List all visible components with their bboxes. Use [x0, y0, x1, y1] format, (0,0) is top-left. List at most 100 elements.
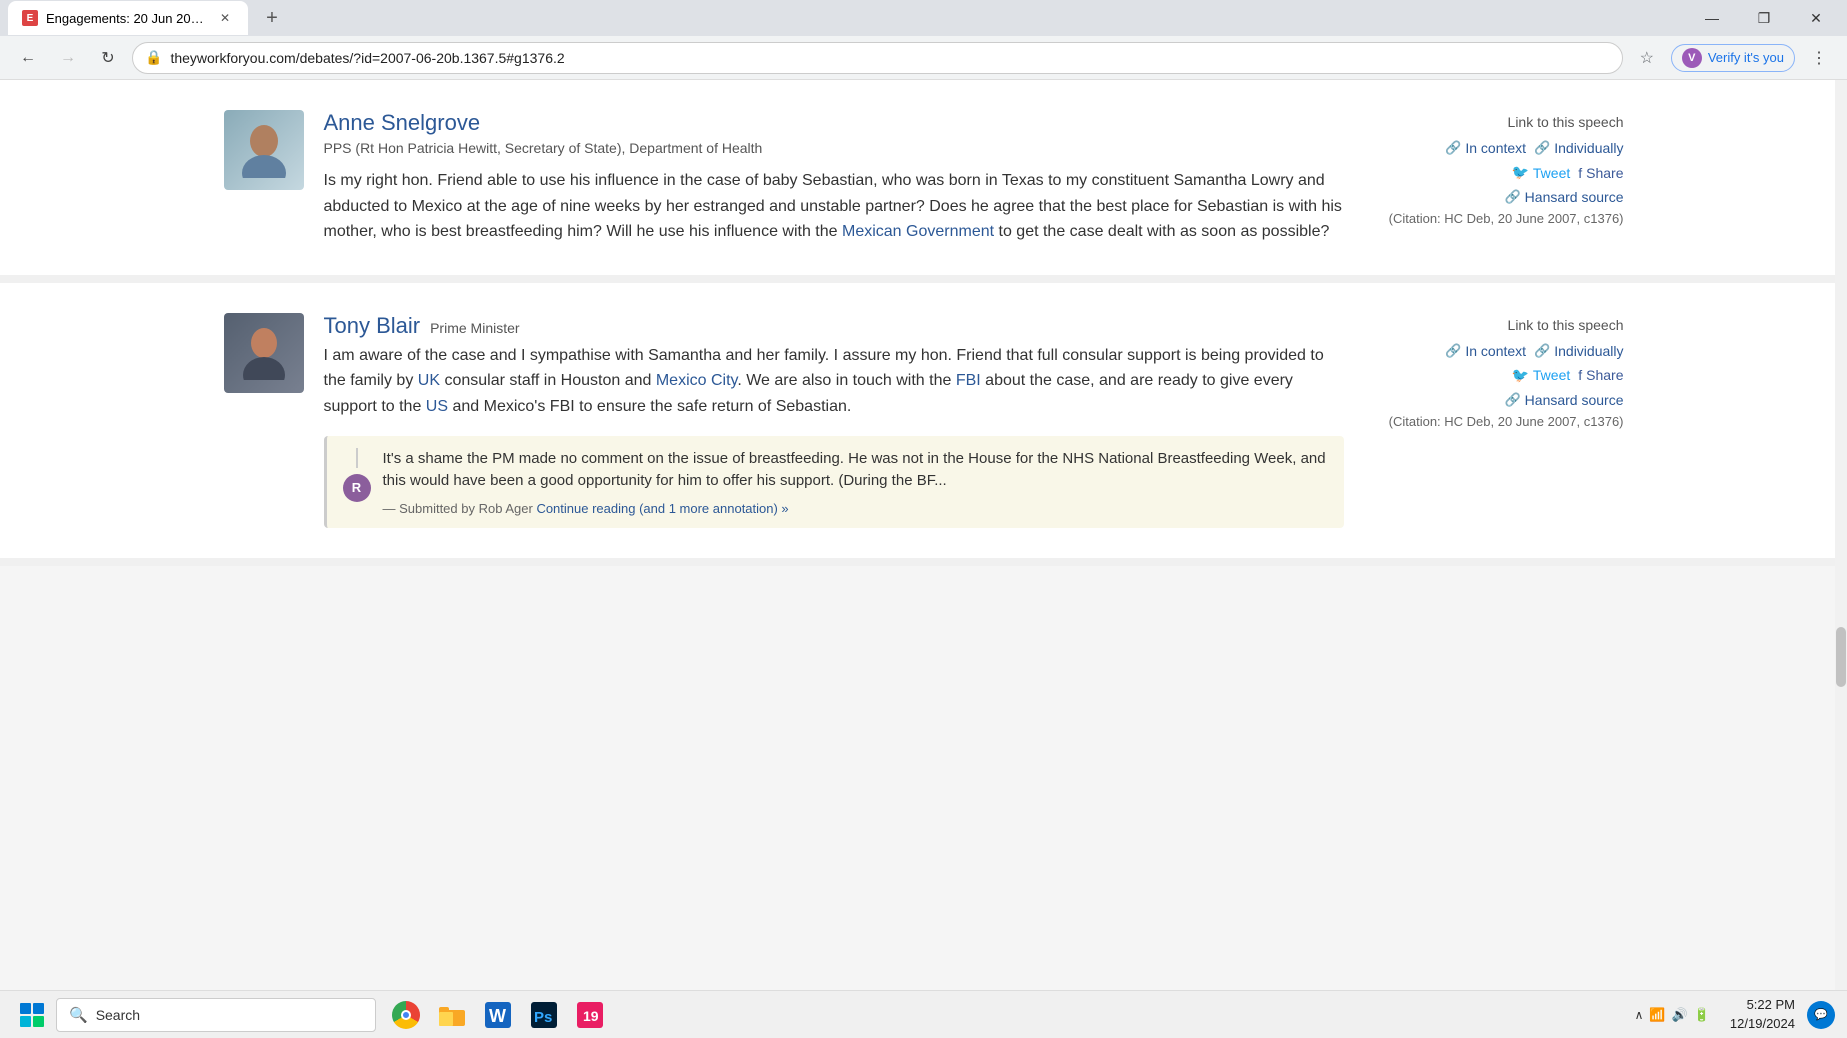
profile-label: Verify it's you	[1708, 50, 1784, 65]
link-icon2-tony: 🔗	[1534, 343, 1550, 359]
speech-text-tony: I am aware of the case and I sympathise …	[324, 343, 1344, 420]
maximize-button[interactable]: ❐	[1741, 2, 1787, 34]
taskbar-search-box[interactable]: 🔍 Search	[56, 998, 376, 1032]
address-bar[interactable]: 🔒 theyworkforyou.com/debates/?id=2007-06…	[132, 42, 1623, 74]
hansard-link-anne[interactable]: 🔗 Hansard source	[1364, 189, 1624, 205]
svg-text:19: 19	[583, 1008, 599, 1024]
chevron-icon[interactable]: ∧	[1635, 1008, 1644, 1022]
speaker-name-tony[interactable]: Tony Blair	[324, 313, 421, 339]
sound-icon: 🔊	[1672, 1007, 1688, 1023]
browser-window: E Engagements: 20 Jun 2007: Ho... ✕ + — …	[0, 0, 1847, 1038]
in-context-link-anne[interactable]: 🔗 In context	[1445, 140, 1526, 156]
speech-block-anne: Anne Snelgrove PPS (Rt Hon Patricia Hewi…	[0, 80, 1847, 283]
forward-button[interactable]: →	[52, 42, 84, 74]
search-icon: 🔍	[69, 1006, 88, 1024]
speech-content-tony: Tony Blair Prime Minister I am aware of …	[324, 313, 1344, 528]
wifi-icon: 📶	[1649, 1007, 1665, 1023]
start-button[interactable]	[12, 995, 52, 1035]
in-context-link-tony[interactable]: 🔗 In context	[1445, 343, 1526, 359]
speech-sidebar-tony: Link to this speech 🔗 In context 🔗 Indiv…	[1364, 313, 1624, 528]
hansard-icon-tony: 🔗	[1504, 392, 1520, 408]
continue-reading-link[interactable]: Continue reading (and 1 more annotation)…	[536, 501, 788, 516]
share-link-tony[interactable]: f Share	[1578, 367, 1623, 383]
hansard-link-tony[interactable]: 🔗 Hansard source	[1364, 392, 1624, 408]
share-link-anne[interactable]: f Share	[1578, 165, 1623, 181]
new-tab-button[interactable]: +	[256, 1, 288, 35]
speech-content-anne: Anne Snelgrove PPS (Rt Hon Patricia Hewi…	[324, 110, 1344, 245]
back-button[interactable]: ←	[12, 42, 44, 74]
facebook-icon-tony: f	[1578, 367, 1582, 383]
link-icon2-anne: 🔗	[1534, 140, 1550, 156]
taskbar-photoshop[interactable]: Ps	[522, 993, 566, 1037]
mexico-city-link[interactable]: Mexico City	[656, 372, 738, 389]
annotation-avatar: R	[343, 474, 371, 502]
mexican-government-link[interactable]: Mexican Government	[842, 223, 994, 240]
annotation-block-tony: R It's a shame the PM made no comment on…	[324, 436, 1344, 528]
profile-icon: V	[1682, 48, 1702, 68]
social-actions-anne: 🐦 Tweet f Share	[1364, 164, 1624, 181]
taskbar-apps: W Ps 19	[384, 993, 612, 1037]
link-icon-anne: 🔗	[1445, 140, 1461, 156]
speaker-name-anne[interactable]: Anne Snelgrove	[324, 110, 1344, 136]
svg-text:W: W	[489, 1006, 506, 1026]
tab-label: Engagements: 20 Jun 2007: Ho...	[46, 11, 208, 26]
clock-date: 12/19/2024	[1730, 1015, 1795, 1033]
tweet-link-tony[interactable]: 🐦 Tweet	[1511, 367, 1570, 384]
clock-time: 5:22 PM	[1730, 996, 1795, 1014]
scrollbar[interactable]	[1835, 80, 1847, 990]
window-controls: — ❐ ✕	[1689, 2, 1839, 34]
notification-button[interactable]: 💬	[1807, 1001, 1835, 1029]
file-explorer-icon	[439, 1004, 465, 1026]
scrollbar-thumb[interactable]	[1836, 627, 1846, 687]
refresh-button[interactable]: ↻	[92, 42, 124, 74]
system-tray: ∧ 📶 🔊 🔋 5:22 PM 12/19/2024 💬	[1627, 996, 1835, 1032]
word-icon: W	[485, 1002, 511, 1028]
speaker-role-anne: PPS (Rt Hon Patricia Hewitt, Secretary o…	[324, 140, 1344, 156]
annotation-footer: — Submitted by Rob Ager Continue reading…	[383, 501, 1328, 516]
context-actions-tony: 🔗 In context 🔗 Individually	[1364, 343, 1624, 359]
individually-link-anne[interactable]: 🔗 Individually	[1534, 140, 1623, 156]
taskbar: 🔍 Search W	[0, 990, 1847, 1038]
fbi-link[interactable]: FBI	[956, 372, 981, 389]
taskbar-word[interactable]: W	[476, 993, 520, 1037]
individually-link-tony[interactable]: 🔗 Individually	[1534, 343, 1623, 359]
context-actions-anne: 🔗 In context 🔗 Individually	[1364, 140, 1624, 156]
app5-icon: 19	[577, 1002, 603, 1028]
link-to-speech-label-tony: Link to this speech	[1364, 317, 1624, 333]
hansard-icon-anne: 🔗	[1504, 189, 1520, 205]
link-to-speech-label-anne: Link to this speech	[1364, 114, 1624, 130]
profile-button[interactable]: V Verify it's you	[1671, 44, 1795, 72]
citation-anne: (Citation: HC Deb, 20 June 2007, c1376)	[1364, 211, 1624, 226]
search-text: Search	[96, 1007, 140, 1023]
system-clock[interactable]: 5:22 PM 12/19/2024	[1722, 996, 1803, 1032]
speech-text-anne: Is my right hon. Friend able to use his …	[324, 168, 1344, 245]
us-link[interactable]: US	[426, 398, 448, 415]
taskbar-chrome[interactable]	[384, 993, 428, 1037]
close-button[interactable]: ✕	[1793, 2, 1839, 34]
taskbar-file-explorer[interactable]	[430, 993, 474, 1037]
social-actions-tony: 🐦 Tweet f Share	[1364, 367, 1624, 384]
title-bar: E Engagements: 20 Jun 2007: Ho... ✕ + — …	[0, 0, 1847, 36]
photoshop-icon: Ps	[531, 1002, 557, 1028]
browser-tab[interactable]: E Engagements: 20 Jun 2007: Ho... ✕	[8, 1, 248, 35]
page-content: Anne Snelgrove PPS (Rt Hon Patricia Hewi…	[0, 80, 1847, 990]
tweet-link-anne[interactable]: 🐦 Tweet	[1511, 164, 1570, 181]
taskbar-app5[interactable]: 19	[568, 993, 612, 1037]
navigation-bar: ← → ↻ 🔒 theyworkforyou.com/debates/?id=2…	[0, 36, 1847, 80]
avatar-anne	[224, 110, 304, 190]
menu-button[interactable]: ⋮	[1803, 42, 1835, 74]
tab-close-button[interactable]: ✕	[216, 9, 234, 27]
bookmark-button[interactable]: ☆	[1631, 42, 1663, 74]
speaker-role-tony: Prime Minister	[430, 320, 519, 336]
minimize-button[interactable]: —	[1689, 2, 1735, 34]
speech-sidebar-anne: Link to this speech 🔗 In context 🔗 Indiv…	[1364, 110, 1624, 245]
url-text: theyworkforyou.com/debates/?id=2007-06-2…	[170, 50, 1609, 66]
tab-favicon: E	[22, 10, 38, 26]
speech-block-tony: Tony Blair Prime Minister I am aware of …	[0, 283, 1847, 566]
battery-icon: 🔋	[1694, 1007, 1710, 1023]
annotation-text: It's a shame the PM made no comment on t…	[383, 448, 1328, 493]
uk-link[interactable]: UK	[418, 372, 440, 389]
twitter-icon-anne: 🐦	[1511, 164, 1528, 181]
annotation-wrapper: R It's a shame the PM made no comment on…	[343, 448, 1328, 516]
twitter-icon-tony: 🐦	[1511, 367, 1528, 384]
